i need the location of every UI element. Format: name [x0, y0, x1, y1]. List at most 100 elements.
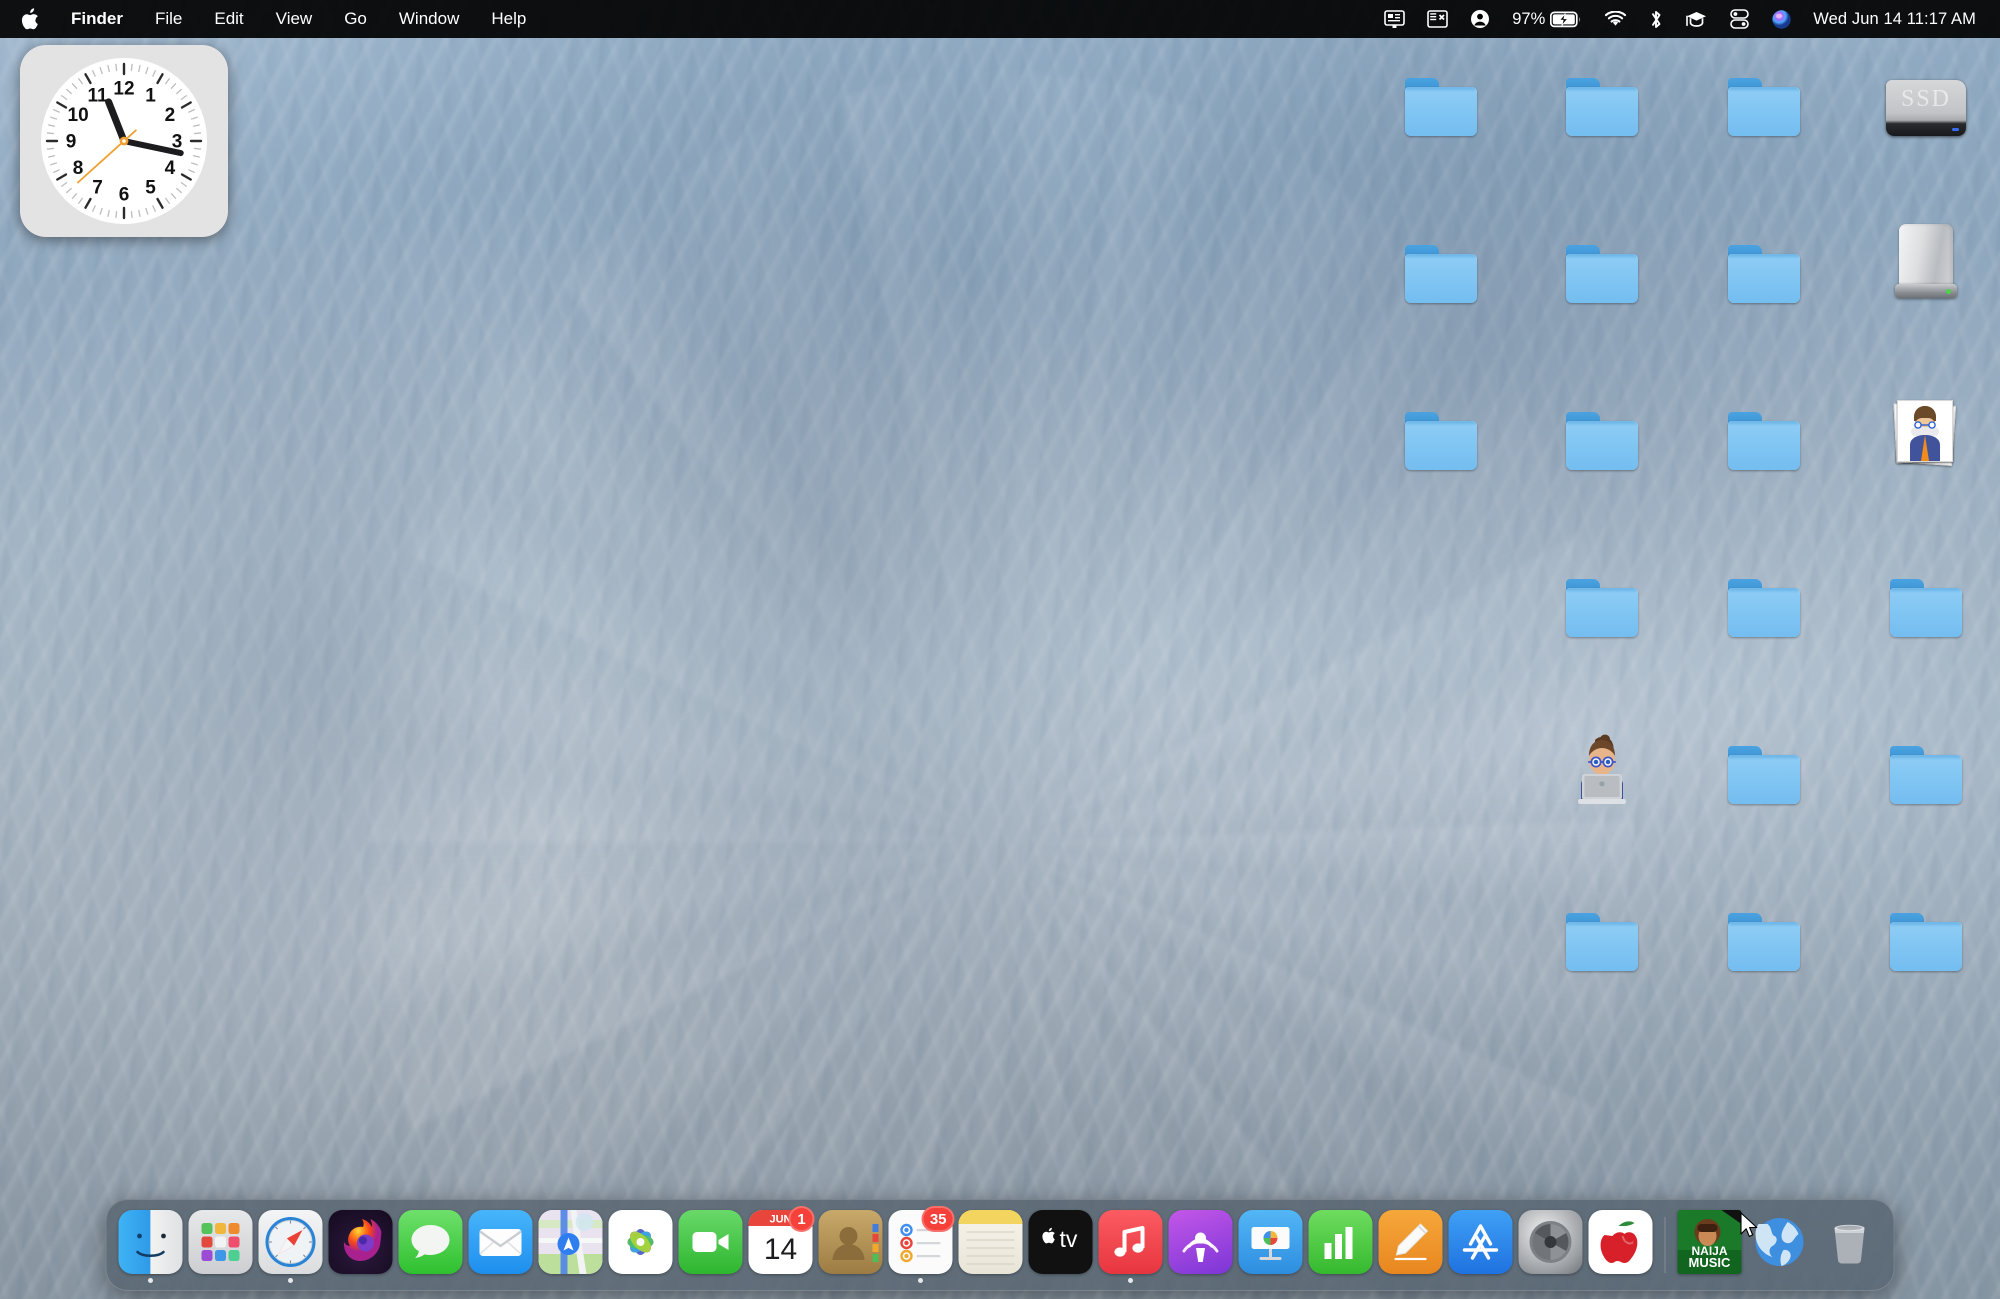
desktop-icon[interactable] — [1860, 728, 1992, 809]
menu-bar-clock[interactable]: Wed Jun 14 11:17 AM — [1803, 10, 1982, 29]
desktop-icon-glyph — [1698, 561, 1830, 637]
desktop-icon[interactable] — [1375, 227, 1507, 308]
dock-item-naija-music[interactable]: NAIJA MUSIC — [1675, 1206, 1745, 1284]
svg-text:tv: tv — [1060, 1226, 1078, 1252]
dock-item-maps[interactable] — [536, 1206, 606, 1284]
desktop-icon[interactable] — [1536, 394, 1668, 475]
siri-icon[interactable] — [1760, 0, 1803, 38]
menu-item-view[interactable]: View — [260, 0, 329, 38]
dock-item-tv[interactable]: tv — [1026, 1206, 1096, 1284]
desktop-icon[interactable] — [1860, 390, 1992, 471]
folder-icon — [1728, 412, 1800, 470]
desktop-icon[interactable] — [1698, 60, 1830, 141]
dock-item-keynote[interactable] — [1236, 1206, 1306, 1284]
desktop-icon-glyph — [1375, 227, 1507, 303]
menu-item-go[interactable]: Go — [328, 0, 383, 38]
dock-running-indicator — [148, 1278, 153, 1283]
dock-item-podcasts[interactable] — [1166, 1206, 1236, 1284]
desktop-icon[interactable] — [1698, 561, 1830, 642]
dock-item-internet[interactable] — [1745, 1206, 1815, 1284]
desktop-icon[interactable] — [1536, 895, 1668, 976]
desktop-icon[interactable] — [1860, 561, 1992, 642]
menu-item-file[interactable]: File — [139, 0, 198, 38]
desktop-icon-glyph — [1698, 394, 1830, 470]
clock-numeral: 4 — [165, 158, 176, 179]
desktop-icon[interactable] — [1698, 227, 1830, 308]
folder-icon — [1728, 245, 1800, 303]
folder-icon — [1890, 746, 1962, 804]
dock-badge: 35 — [921, 1206, 955, 1232]
dock-app-list: JUN 14 1 35 tv ? — [116, 1206, 1656, 1284]
desktop-icon[interactable]: SSD — [1860, 60, 1992, 141]
clock-numeral: 11 — [87, 86, 108, 107]
stage-manager-icon[interactable] — [1416, 0, 1459, 38]
menu-item-help[interactable]: Help — [475, 0, 542, 38]
apple-logo-icon[interactable] — [20, 7, 55, 31]
folder-icon — [1890, 579, 1962, 637]
memoji-icon — [1569, 734, 1635, 804]
desktop-icon[interactable] — [1536, 728, 1668, 809]
user-account-icon[interactable] — [1459, 0, 1501, 38]
battery-status[interactable]: 97% — [1501, 0, 1593, 38]
graduation-cap-icon[interactable] — [1674, 0, 1719, 38]
desktop-icon[interactable] — [1698, 394, 1830, 475]
dock-item-messages[interactable] — [396, 1206, 466, 1284]
dock-item-system-settings[interactable] — [1516, 1206, 1586, 1284]
dock-item-facetime[interactable] — [676, 1206, 746, 1284]
desktop-icon[interactable] — [1536, 60, 1668, 141]
menu-item-window[interactable]: Window — [383, 0, 475, 38]
desktop-icon-glyph — [1536, 60, 1668, 136]
dock-item-calendar[interactable]: JUN 14 1 — [746, 1206, 816, 1284]
dock-item-photos[interactable] — [606, 1206, 676, 1284]
desktop-icon-glyph — [1536, 227, 1668, 303]
dock-item-pages[interactable] — [1376, 1206, 1446, 1284]
dock-item-reminders[interactable]: 35 — [886, 1206, 956, 1284]
folder-icon — [1728, 913, 1800, 971]
dock-item-launchpad[interactable] — [186, 1206, 256, 1284]
dock-running-indicator — [918, 1278, 923, 1283]
desktop-icon-glyph — [1698, 728, 1830, 804]
dock: JUN 14 1 35 tv ? NAIJA MUSIC — [105, 1199, 1895, 1291]
dock-item-firefox[interactable] — [326, 1206, 396, 1284]
folder-icon — [1405, 78, 1477, 136]
bluetooth-icon[interactable] — [1638, 0, 1674, 38]
desktop-icon-glyph — [1860, 895, 1992, 971]
dock-item-music[interactable] — [1096, 1206, 1166, 1284]
desktop-icon[interactable] — [1375, 60, 1507, 141]
dock-running-indicator — [288, 1278, 293, 1283]
desktop-icon[interactable] — [1698, 728, 1830, 809]
dock-item-safari[interactable] — [256, 1206, 326, 1284]
dock-item-app-store[interactable] — [1446, 1206, 1516, 1284]
menu-item-edit[interactable]: Edit — [198, 0, 259, 38]
clock-numeral: 10 — [68, 105, 89, 126]
folder-icon — [1728, 579, 1800, 637]
menu-bar-left: Finder File Edit View Go Window Help — [20, 0, 542, 38]
desktop-icon[interactable] — [1698, 895, 1830, 976]
dock-item-numbers[interactable] — [1306, 1206, 1376, 1284]
clock-numeral: 5 — [145, 177, 156, 198]
desktop-icon[interactable] — [1375, 394, 1507, 475]
desktop-icon[interactable] — [1860, 222, 1992, 303]
ssd-drive-icon: SSD — [1886, 80, 1966, 136]
dock-item-trash[interactable] — [1815, 1206, 1885, 1284]
dock-item-contacts[interactable] — [816, 1206, 886, 1284]
menu-item-finder[interactable]: Finder — [55, 0, 139, 38]
desktop-icon[interactable] — [1536, 227, 1668, 308]
wifi-icon[interactable] — [1593, 0, 1638, 38]
desktop-icon[interactable] — [1536, 561, 1668, 642]
clock-numeral: 9 — [66, 132, 77, 153]
dock-item-finder[interactable] — [116, 1206, 186, 1284]
desktop-icon-glyph — [1536, 394, 1668, 470]
svg-text:MUSIC: MUSIC — [1689, 1255, 1732, 1270]
clock-numeral: 8 — [73, 158, 84, 179]
dock-item-apple-support[interactable]: ? — [1586, 1206, 1656, 1284]
screen-mirroring-icon[interactable] — [1373, 0, 1416, 38]
folder-icon — [1405, 245, 1477, 303]
folder-icon — [1566, 579, 1638, 637]
dock-item-mail[interactable] — [466, 1206, 536, 1284]
dock-badge: 1 — [788, 1206, 815, 1232]
dock-item-notes[interactable] — [956, 1206, 1026, 1284]
desktop-icon[interactable] — [1860, 895, 1992, 976]
control-center-icon[interactable] — [1719, 0, 1760, 38]
analog-clock-widget[interactable]: 12 1 2 3 4 5 6 7 8 9 10 11 — [20, 45, 228, 237]
